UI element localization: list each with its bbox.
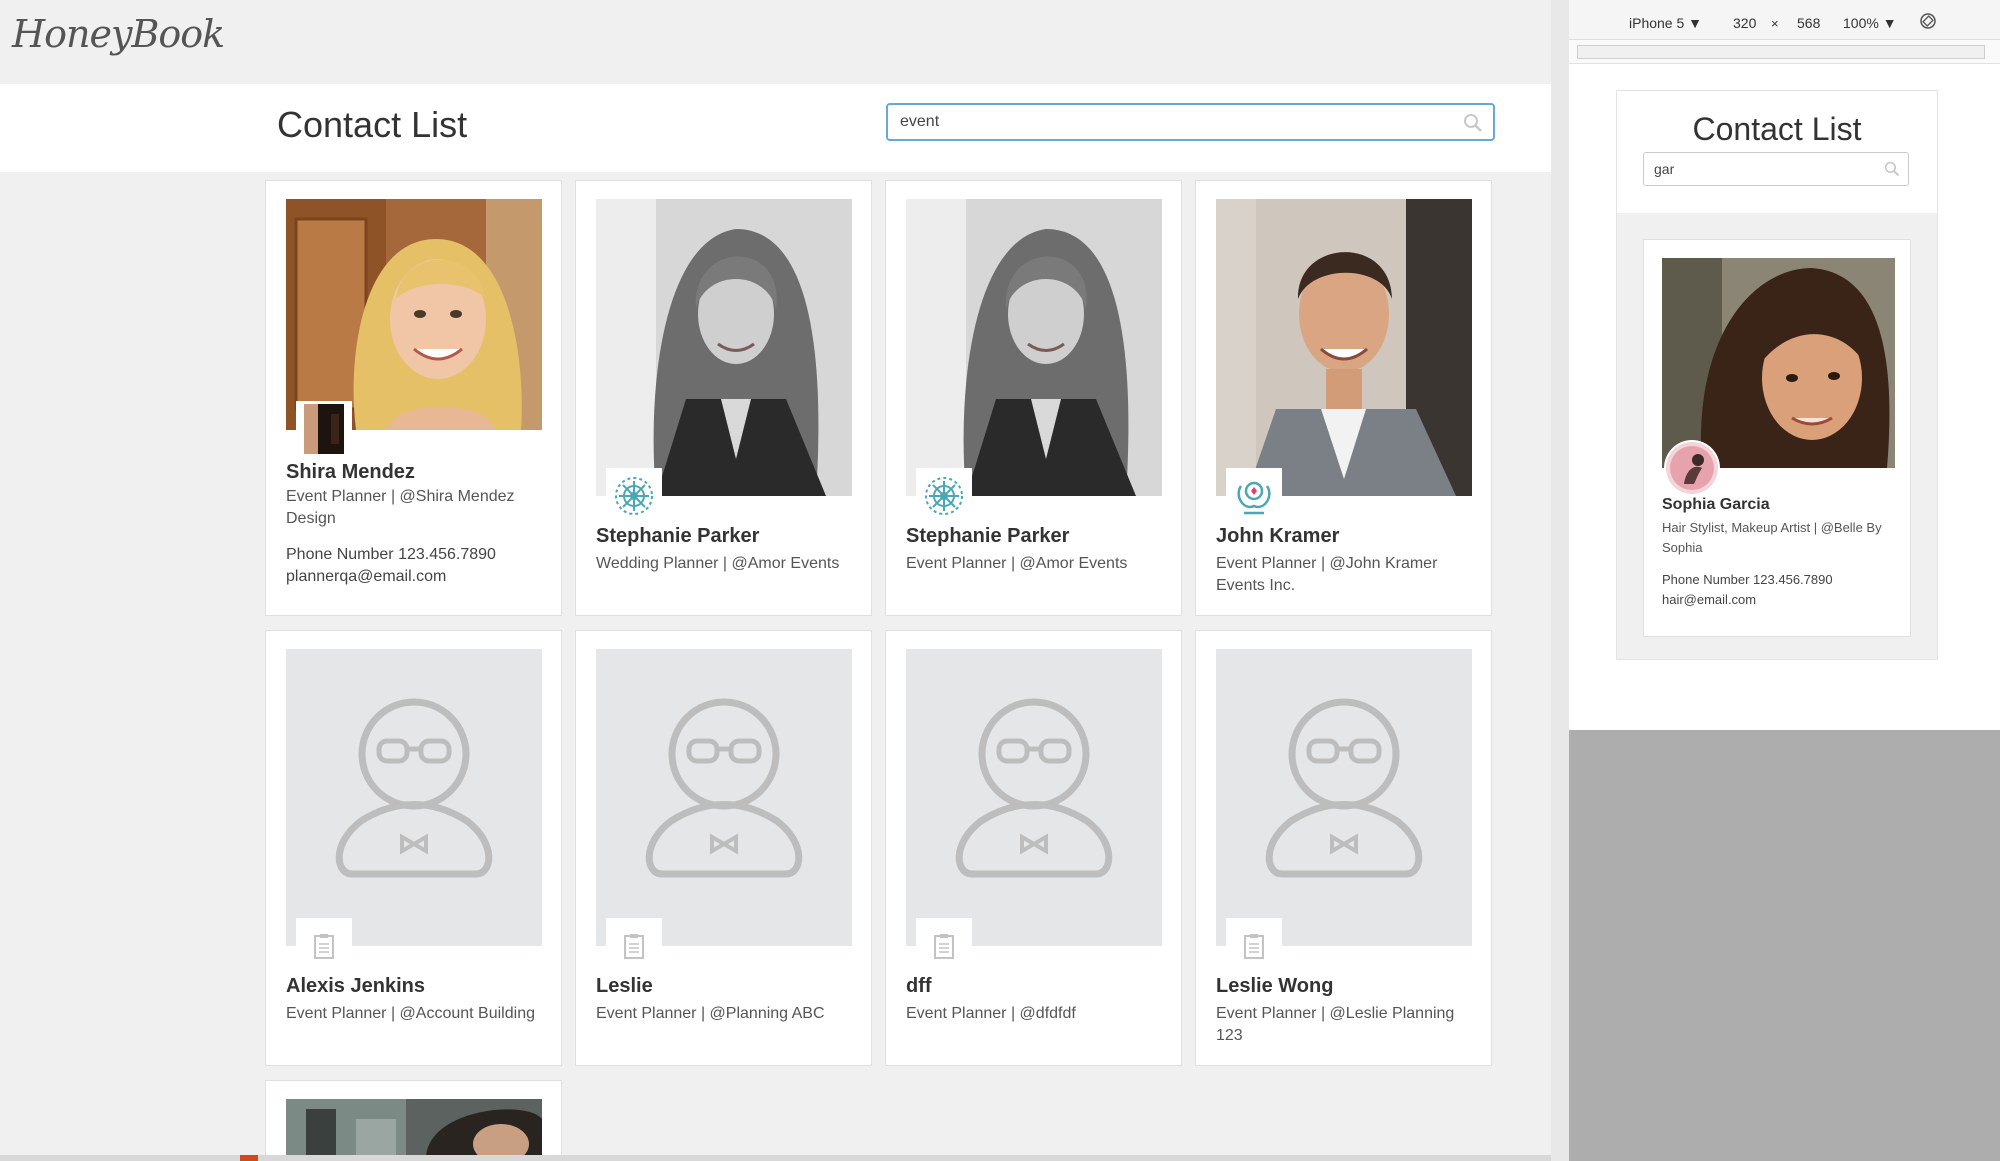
person-placeholder-icon [955, 698, 1113, 878]
contact-role: Event Planner | @Planning ABC [596, 1005, 825, 1022]
contact-name[interactable]: Leslie [596, 975, 653, 998]
contact-card[interactable]: Stephanie Parker Event Planner | @Amor E… [885, 180, 1182, 616]
contact-role: Event Planner | @dfdfdf [906, 1005, 1076, 1022]
contact-role: Event Planner | @Amor Events [906, 555, 1128, 572]
contact-name[interactable]: Stephanie Parker [906, 525, 1069, 548]
zoom-label: 100% [1843, 15, 1879, 31]
device-width-input[interactable]: 320 [1733, 15, 1756, 31]
mobile-search-box[interactable] [1643, 152, 1909, 186]
avatar-placeholder [906, 649, 1162, 946]
search-input[interactable] [900, 113, 1440, 131]
mobile-company-logo-badge [1664, 440, 1720, 496]
contact-role: Event Planner | @Account Building [286, 1005, 535, 1022]
mobile-contact-phone: Phone Number 123.456.7890 [1662, 572, 1833, 587]
panel-divider[interactable] [1551, 0, 1569, 1161]
mobile-contact-email[interactable]: hair@email.com [1662, 592, 1756, 607]
contact-card[interactable]: Shira Mendez Event Planner | @Shira Mend… [265, 180, 562, 616]
person-placeholder-icon [335, 698, 493, 878]
contact-card[interactable] [265, 1080, 562, 1161]
device-model-label: iPhone 5 [1629, 15, 1685, 31]
company-logo-badge [916, 468, 972, 524]
mobile-contact-name[interactable]: Sophia Garcia [1662, 496, 1770, 514]
contact-photo [1216, 199, 1472, 496]
contact-name[interactable]: Shira Mendez [286, 461, 415, 484]
mobile-page-title: Contact List [1692, 111, 1862, 147]
contact-card[interactable]: John Kramer Event Planner | @John Kramer… [1195, 180, 1492, 616]
honeybook-logo[interactable]: HoneyBook [12, 12, 225, 56]
contact-name[interactable]: Stephanie Parker [596, 525, 759, 548]
avatar-placeholder [1216, 649, 1472, 946]
avatar-placeholder [286, 649, 542, 946]
contact-phone: Phone Number 123.456.7890 [286, 546, 496, 563]
contact-email[interactable]: plannerqa@email.com [286, 568, 446, 586]
contact-name[interactable]: Alexis Jenkins [286, 975, 425, 998]
contact-name[interactable]: John Kramer [1216, 525, 1339, 548]
company-logo-badge [296, 401, 352, 457]
mobile-search-icon[interactable] [1884, 161, 1900, 182]
zoom-select[interactable]: 100% ▼ [1843, 15, 1897, 31]
device-toolbar: iPhone 5 ▼ 320 × 568 100% ▼ [1569, 0, 2000, 40]
page-title: Contact List [277, 104, 468, 145]
device-emulation-panel: iPhone 5 ▼ 320 × 568 100% ▼ Contact List [1551, 0, 2000, 1161]
contact-name[interactable]: Leslie Wong [1216, 975, 1333, 998]
company-logo-badge [606, 468, 662, 524]
mobile-contact-role: Hair Stylist, Makeup Artist | @Belle By … [1662, 520, 1882, 555]
contact-card[interactable]: Leslie Wong Event Planner | @Leslie Plan… [1195, 630, 1492, 1066]
contact-role: Event Planner | @Leslie Planning 123 [1216, 1005, 1455, 1044]
contact-photo [286, 1099, 542, 1159]
contact-role: Event Planner | @John Kramer Events Inc. [1216, 555, 1438, 594]
media-query-track[interactable] [1577, 45, 1985, 59]
person-placeholder-icon [1265, 698, 1423, 878]
scroll-marker [240, 1155, 258, 1161]
mobile-viewport: Contact List gar Sophia Garcia Hair Styl… [1616, 90, 1938, 660]
app-window: HoneyBook Contact List event Shira Mende… [0, 0, 1551, 1161]
contact-card[interactable]: Stephanie Parker Wedding Planner | @Amor… [575, 180, 872, 616]
contact-role: Event Planner | @Shira Mendez Design [286, 488, 515, 527]
horizontal-scrollbar[interactable] [0, 1155, 1551, 1161]
notes-icon [1226, 918, 1282, 974]
mobile-contact-card[interactable]: Sophia Garcia Hair Stylist, Makeup Artis… [1643, 239, 1911, 637]
device-frame: iPhone 5 ▼ 320 × 568 100% ▼ Contact List [1569, 0, 2000, 730]
mobile-search-input[interactable] [1654, 161, 1874, 177]
device-height-input[interactable]: 568 [1797, 15, 1820, 31]
dimension-times: × [1771, 16, 1779, 31]
notes-icon [916, 918, 972, 974]
mobile-contact-photo [1662, 258, 1895, 468]
contact-card[interactable]: Leslie Event Planner | @Planning ABC [575, 630, 872, 1066]
notes-icon [606, 918, 662, 974]
contact-role: Wedding Planner | @Amor Events [596, 555, 840, 572]
contact-photo [906, 199, 1162, 496]
person-placeholder-icon [645, 698, 803, 878]
search-icon[interactable] [1463, 113, 1483, 138]
contact-name[interactable]: dff [906, 975, 932, 998]
avatar-placeholder [596, 649, 852, 946]
contact-card[interactable]: dff Event Planner | @dfdfdf [885, 630, 1182, 1066]
company-logo-badge [1226, 468, 1282, 524]
device-model-select[interactable]: iPhone 5 ▼ [1629, 15, 1702, 31]
contact-photo [286, 199, 542, 430]
rotate-icon[interactable] [1919, 12, 1937, 33]
notes-icon [296, 918, 352, 974]
search-box[interactable] [886, 103, 1495, 141]
contact-card[interactable]: Alexis Jenkins Event Planner | @Account … [265, 630, 562, 1066]
contact-photo [596, 199, 852, 496]
media-query-bar[interactable] [1569, 40, 2000, 64]
